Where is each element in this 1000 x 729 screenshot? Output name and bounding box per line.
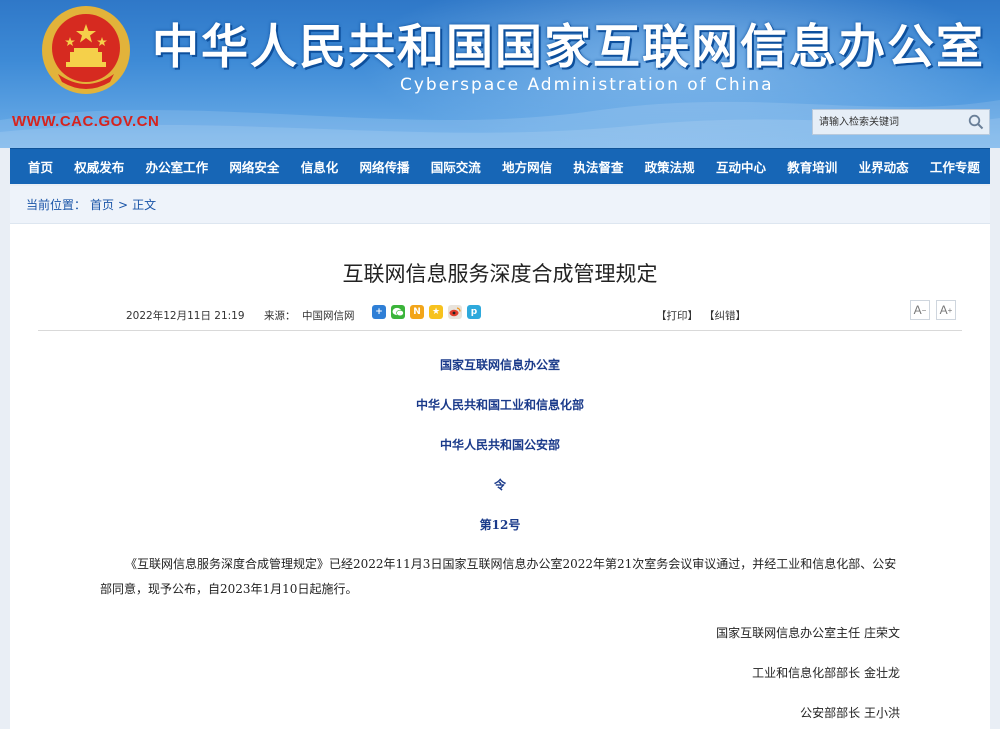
article-meta: 2022年12月11日 21:19 来源： 中国网信网 + N ★ p 【打印】…: [10, 300, 990, 326]
issuer-line: 中华人民共和国公安部: [439, 438, 560, 452]
search-input[interactable]: [813, 110, 963, 134]
nav-item-informatization[interactable]: 信息化: [301, 157, 339, 176]
nav-item-international[interactable]: 国际交流: [431, 157, 481, 176]
site-domain: WWW.CAC.GOV.CN: [12, 113, 160, 130]
font-decrease-label: A: [913, 303, 922, 317]
breadcrumb-label: 当前位置：: [26, 198, 87, 212]
breadcrumb-current: 正文: [132, 198, 157, 212]
breadcrumb: 当前位置： 首页 > 正文: [10, 186, 990, 224]
nav-item-policy[interactable]: 政策法规: [645, 157, 695, 176]
sina-weibo-icon[interactable]: [448, 305, 462, 319]
order-number: 第12号: [479, 518, 521, 532]
report-error-link[interactable]: 【纠错】: [704, 308, 746, 323]
share-icons: + N ★ p: [372, 305, 481, 319]
nav-item-interaction[interactable]: 互动中心: [716, 157, 766, 176]
nav-item-local[interactable]: 地方网信: [502, 157, 552, 176]
nav-item-cybersecurity[interactable]: 网络安全: [229, 157, 279, 176]
signature-line: 公安部部长 王小洪: [800, 706, 900, 720]
article-title: 互联网信息服务深度合成管理规定: [342, 262, 658, 286]
article-body-paragraph: 《互联网信息服务深度合成管理规定》已经2022年11月3日国家互联网信息办公室2…: [100, 557, 897, 596]
print-link[interactable]: 【打印】: [656, 308, 698, 323]
plus-share-icon[interactable]: +: [372, 305, 386, 319]
issuer-line: 中华人民共和国工业和信息化部: [415, 398, 584, 412]
main-nav: 首页 权威发布 办公室工作 网络安全 信息化 网络传播 国际交流 地方网信 执法…: [10, 148, 990, 184]
nav-item-industry-news[interactable]: 业界动态: [859, 157, 909, 176]
signature-line: 工业和信息化部部长 金壮龙: [752, 666, 900, 680]
breadcrumb-home-link[interactable]: 首页: [90, 196, 114, 213]
issuer-line: 国家互联网信息办公室: [439, 358, 560, 372]
nav-item-authoritative-release[interactable]: 权威发布: [74, 157, 124, 176]
site-subtitle: Cyberspace Administration of China: [400, 75, 774, 95]
site-title: 中华人民共和国国家互联网信息办公室: [152, 20, 985, 75]
site-header: 中华人民共和国国家互联网信息办公室 Cyberspace Administrat…: [0, 0, 1000, 148]
source-label: 来源：: [264, 310, 296, 322]
search-box: [812, 109, 990, 135]
order-label: 令: [493, 478, 506, 492]
signature-line: 国家互联网信息办公室主任 庄荣文: [716, 626, 900, 640]
font-increase-button[interactable]: A +: [936, 300, 956, 320]
nav-item-home[interactable]: 首页: [28, 157, 53, 176]
nav-item-education[interactable]: 教育培训: [787, 157, 837, 176]
font-increase-label: A: [939, 303, 948, 317]
font-decrease-button[interactable]: A −: [910, 300, 930, 320]
nav-item-special-topics[interactable]: 工作专题: [930, 157, 980, 176]
article-container: 互联网信息服务深度合成管理规定 2022年12月11日 21:19 来源： 中国…: [10, 224, 990, 729]
search-icon[interactable]: [968, 114, 984, 130]
other-share-icon[interactable]: p: [467, 305, 481, 319]
breadcrumb-separator: >: [118, 197, 129, 212]
nav-item-office-work[interactable]: 办公室工作: [146, 157, 209, 176]
national-emblem-icon: [42, 6, 130, 94]
qzone-icon[interactable]: ★: [429, 305, 443, 319]
nav-item-online-communication[interactable]: 网络传播: [359, 157, 409, 176]
wechat-icon[interactable]: [391, 305, 405, 319]
meta-divider: [38, 330, 962, 331]
article-source: 中国网信网: [302, 310, 355, 322]
nav-item-enforcement[interactable]: 执法督查: [573, 157, 623, 176]
weibo-n-icon[interactable]: N: [410, 305, 424, 319]
article-date: 2022年12月11日 21:19: [126, 310, 245, 322]
